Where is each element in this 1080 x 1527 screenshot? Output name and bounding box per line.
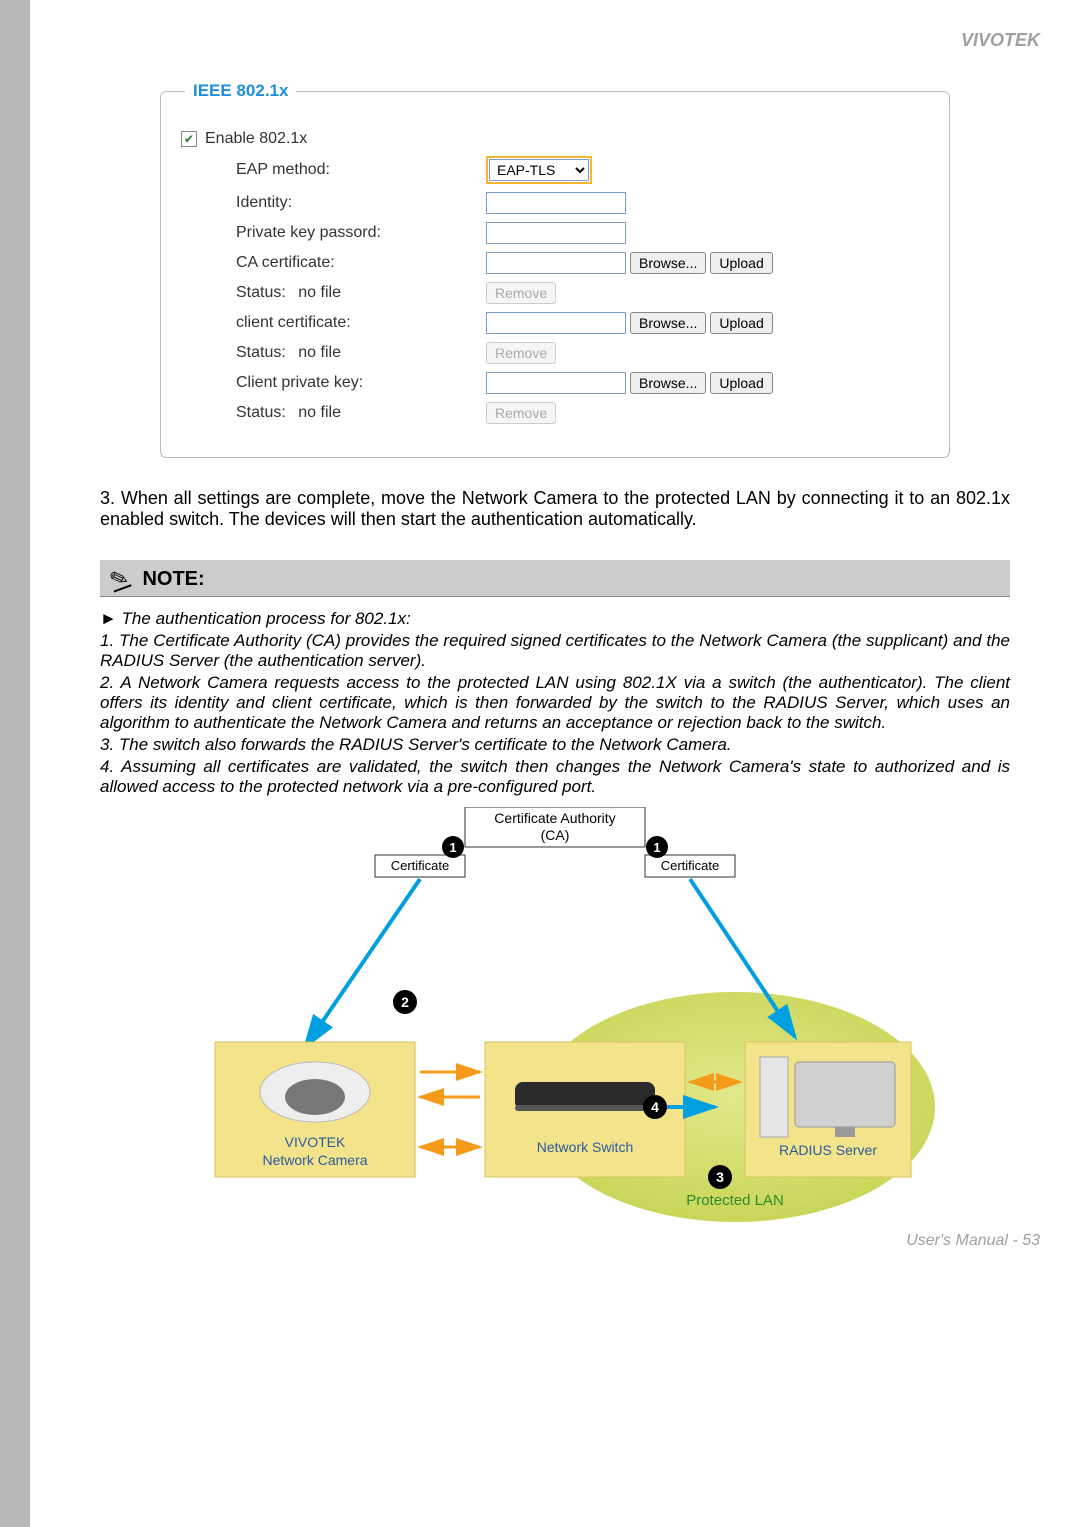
client-cert-row: client certificate: Browse... Upload (181, 312, 929, 334)
ca-cert-label: CA certificate: (236, 254, 486, 272)
eap-method-select[interactable]: EAP-TLS (489, 159, 589, 181)
pkp-row: Private key passord: (181, 222, 929, 244)
ca-cert-upload-button[interactable]: Upload (710, 252, 772, 274)
client-cert-upload-button[interactable]: Upload (710, 312, 772, 334)
camera-dome-icon (285, 1079, 345, 1115)
enable-row: ✔ Enable 802.1x (181, 130, 929, 148)
eap-method-highlight: EAP-TLS (486, 156, 592, 184)
ca-status-row: Status: no file Remove (181, 282, 929, 304)
enable-label: Enable 802.1x (205, 130, 307, 148)
svg-text:3: 3 (716, 1169, 724, 1185)
cpk-file-input[interactable] (486, 372, 626, 394)
cc-status-remove-button[interactable]: Remove (486, 342, 556, 364)
note-line-2: 2. A Network Camera requests access to t… (100, 673, 1010, 733)
identity-label: Identity: (236, 194, 486, 212)
svg-text:1: 1 (653, 840, 660, 855)
radius-label: RADIUS Server (779, 1142, 877, 1158)
cert-left-text: Certificate (391, 858, 450, 873)
cpk-status-label: Status: no file (236, 404, 486, 422)
ca-status-label: Status: no file (236, 284, 486, 302)
monitor-icon (795, 1062, 895, 1127)
cpk-row: Client private key: Browse... Upload (181, 372, 929, 394)
ca-text-2: (CA) (541, 827, 570, 843)
note-line-4: 4. Assuming all certificates are validat… (100, 757, 1010, 797)
arrow-ca-camera (305, 879, 420, 1047)
note-header: ✎ NOTE: (100, 560, 1010, 597)
ca-text-1: Certificate Authority (494, 810, 615, 826)
page: VIVOTEK IEEE 802.1x ✔ Enable 802.1x EAP … (30, 0, 1080, 1527)
cc-status-row: Status: no file Remove (181, 342, 929, 364)
page-content: IEEE 802.1x ✔ Enable 802.1x EAP method: … (30, 61, 1080, 1232)
enable-checkbox[interactable]: ✔ (181, 131, 197, 147)
note-title: NOTE: (142, 568, 204, 591)
page-header: VIVOTEK (30, 0, 1080, 61)
note-body: ► The authentication process for 802.1x:… (100, 609, 1010, 797)
auth-diagram: Certificate Authority (CA) Certificate C… (175, 807, 935, 1232)
pkp-label: Private key passord: (236, 224, 486, 242)
paragraph-3: 3. When all settings are complete, move … (100, 488, 1010, 530)
switch-label: Network Switch (537, 1139, 633, 1155)
note-line-0: ► The authentication process for 802.1x: (100, 609, 1010, 629)
ca-cert-file-input[interactable] (486, 252, 626, 274)
switch-base-icon (515, 1105, 655, 1111)
cpk-status-row: Status: no file Remove (181, 402, 929, 424)
cert-right-text: Certificate (661, 858, 720, 873)
svg-text:2: 2 (401, 994, 409, 1010)
cpk-label: Client private key: (236, 374, 486, 392)
camera-label-1: VIVOTEK (285, 1134, 346, 1150)
svg-text:1: 1 (449, 840, 456, 855)
svg-text:4: 4 (651, 1099, 659, 1115)
camera-label-2: Network Camera (262, 1152, 367, 1168)
identity-input[interactable] (486, 192, 626, 214)
pencil-icon: ✎ (106, 564, 132, 595)
page-footer: User's Manual - 53 (30, 1232, 1080, 1280)
ca-cert-row: CA certificate: Browse... Upload (181, 252, 929, 274)
fieldset-legend: IEEE 802.1x (185, 81, 296, 101)
cc-status-label: Status: no file (236, 344, 486, 362)
client-cert-file-input[interactable] (486, 312, 626, 334)
eap-method-row: EAP method: EAP-TLS (181, 156, 929, 184)
lan-label: Protected LAN (686, 1192, 784, 1209)
cpk-status-remove-button[interactable]: Remove (486, 402, 556, 424)
cpk-browse-button[interactable]: Browse... (630, 372, 706, 394)
pkp-input[interactable] (486, 222, 626, 244)
server-tower-icon (760, 1057, 788, 1137)
ca-status-remove-button[interactable]: Remove (486, 282, 556, 304)
client-cert-label: client certificate: (236, 314, 486, 332)
ieee-8021x-fieldset: IEEE 802.1x ✔ Enable 802.1x EAP method: … (160, 91, 950, 458)
diagram-svg: Certificate Authority (CA) Certificate C… (175, 807, 935, 1227)
ca-cert-browse-button[interactable]: Browse... (630, 252, 706, 274)
footer-text: User's Manual - 53 (906, 1232, 1040, 1249)
cpk-upload-button[interactable]: Upload (710, 372, 772, 394)
client-cert-browse-button[interactable]: Browse... (630, 312, 706, 334)
identity-row: Identity: (181, 192, 929, 214)
note-line-1: 1. The Certificate Authority (CA) provid… (100, 631, 1010, 671)
eap-method-label: EAP method: (236, 161, 486, 179)
brand-text: VIVOTEK (961, 30, 1040, 50)
note-line-3: 3. The switch also forwards the RADIUS S… (100, 735, 1010, 755)
monitor-stand-icon (835, 1127, 855, 1137)
